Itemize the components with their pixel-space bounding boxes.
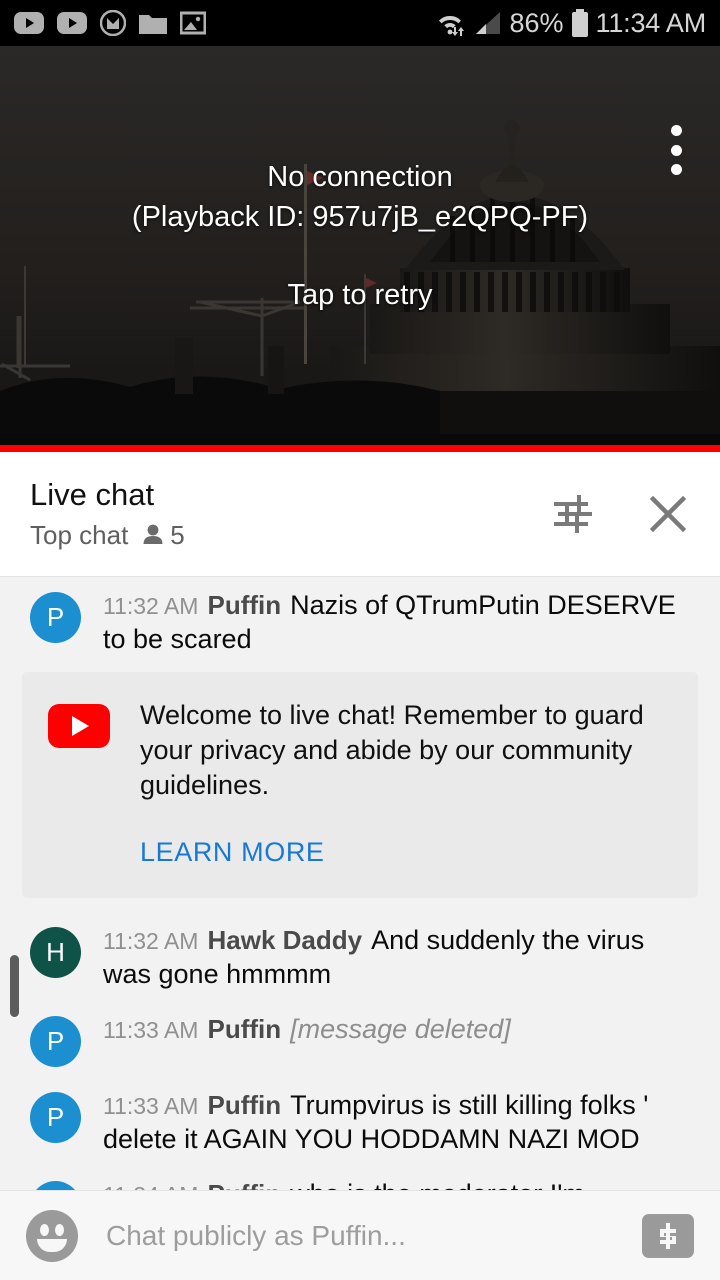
- chat-message-body: 11:32 AM Hawk Daddy And suddenly the virus…: [103, 924, 698, 991]
- clock-label: 11:34 AM: [595, 7, 707, 38]
- message-timestamp: 11:32 AM: [103, 593, 199, 619]
- tap-to-retry-label[interactable]: Tap to retry: [287, 279, 432, 312]
- chat-message[interactable]: H 11:32 AM Hawk Daddy And suddenly the vir…: [0, 912, 720, 1001]
- folder-icon: [139, 15, 167, 34]
- avatar: P: [30, 1092, 81, 1143]
- chat-message-body: 11:33 AM Puffin Trumpvirus is still killin…: [103, 1089, 698, 1156]
- message-author[interactable]: Hawk Daddy: [207, 925, 362, 955]
- cell-signal-icon: [476, 12, 501, 34]
- message-deleted-label: [message deleted]: [290, 1014, 511, 1044]
- live-chat-subheader: Top chat 5: [30, 520, 185, 551]
- chat-mode-label[interactable]: Top chat: [30, 520, 128, 551]
- avatar: P: [30, 1016, 81, 1067]
- message-author[interactable]: Puffin: [207, 1014, 281, 1044]
- youtube-icon: [57, 12, 87, 34]
- phone-screen: 86% 11:34 AM No connection (Playback ID:…: [0, 0, 720, 1280]
- chat-message-body: 11:34 AMPuffinwho is the moderator I'm r…: [103, 1178, 698, 1190]
- message-author[interactable]: Puffin: [207, 1090, 281, 1120]
- status-bar-system-icons: 86% 11:34 AM: [433, 8, 706, 39]
- battery-icon: [571, 9, 588, 37]
- page-title: Live chat: [30, 476, 155, 512]
- error-line-1: No connection: [267, 160, 453, 193]
- message-author[interactable]: Puffin: [207, 590, 281, 620]
- chat-message-body: 11:33 AM Puffin [message deleted]: [103, 1013, 698, 1067]
- message-timestamp: 11:34 AM: [103, 1182, 198, 1190]
- close-icon[interactable]: [646, 492, 690, 536]
- status-bar: 86% 11:34 AM: [0, 0, 720, 46]
- person-icon: [143, 524, 163, 544]
- photo-icon: [180, 11, 206, 35]
- chat-message-body: 11:32 AM Puffin Nazis of QTrumPutin DESERV…: [103, 589, 698, 656]
- wifi-transfer-icon: [439, 15, 465, 36]
- avatar: H: [30, 927, 81, 978]
- banner-text: Welcome to live chat! Remember to guard …: [140, 700, 644, 800]
- status-bar-notification-icons: [14, 10, 206, 36]
- chat-input-bar: Chat publicly as Puffin...: [0, 1190, 720, 1280]
- error-line-2: (Playback ID: 957u7jB_e2QPQ-PF): [131, 200, 589, 233]
- dollar-icon[interactable]: [642, 1213, 694, 1258]
- message-timestamp: 11:33 AM: [103, 1093, 199, 1119]
- chat-input-field[interactable]: Chat publicly as Puffin...: [106, 1220, 642, 1252]
- video-progress-fill: [0, 445, 720, 452]
- battery-percent-label: 86%: [509, 7, 564, 38]
- video-player[interactable]: No connection (Playback ID: 957u7jB_e2QP…: [0, 46, 720, 452]
- video-progress-bar[interactable]: [0, 445, 720, 452]
- avatar: P: [30, 592, 81, 643]
- viewer-count-label: 5: [170, 519, 185, 550]
- more-vertical-icon[interactable]: [654, 121, 698, 179]
- live-chat-titles: Live chat Top chat 5: [30, 476, 185, 551]
- learn-more-link[interactable]: LEARN MORE: [140, 837, 325, 868]
- live-chat-welcome-banner: Welcome to live chat! Remember to guard …: [22, 672, 698, 898]
- avatar: P: [30, 1181, 81, 1190]
- live-chat-actions: [552, 492, 690, 536]
- message-author[interactable]: Puffin: [207, 1179, 281, 1190]
- video-error-overlay: No connection (Playback ID: 957u7jB_e2QP…: [0, 46, 720, 452]
- chat-message-list[interactable]: P 11:32 AM Puffin Nazis of QTrumPutin DESE…: [0, 577, 720, 1190]
- m-circle-icon: [100, 10, 126, 36]
- youtube-icon: [14, 12, 44, 34]
- banner-body: Welcome to live chat! Remember to guard …: [140, 698, 672, 868]
- chat-message[interactable]: P 11:33 AM Puffin Trumpvirus is still kill…: [0, 1077, 720, 1166]
- chat-message[interactable]: P 11:34 AMPuffinwho is the moderator I'm…: [0, 1166, 720, 1190]
- youtube-logo-icon: [48, 704, 110, 748]
- emoji-icon[interactable]: [26, 1209, 78, 1262]
- viewer-count: 5: [142, 519, 185, 551]
- message-timestamp: 11:32 AM: [103, 928, 199, 954]
- message-timestamp: 11:33 AM: [103, 1017, 199, 1043]
- chat-message[interactable]: P 11:33 AM Puffin [message deleted]: [0, 1001, 720, 1077]
- live-chat-header: Live chat Top chat 5: [0, 452, 720, 577]
- tune-icon[interactable]: [552, 493, 594, 535]
- chat-message[interactable]: P 11:32 AM Puffin Nazis of QTrumPutin DESE…: [0, 577, 720, 666]
